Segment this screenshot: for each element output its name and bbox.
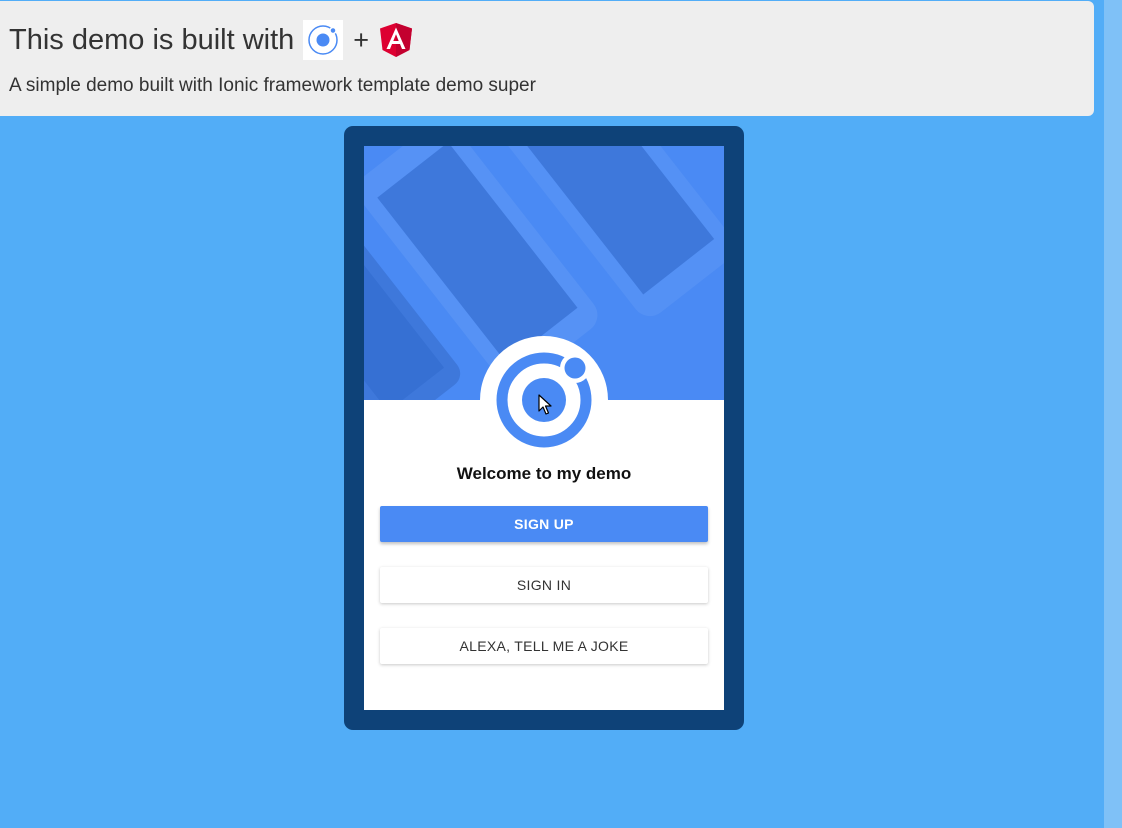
angular-logo-icon <box>379 22 413 58</box>
plus-sign: + <box>353 24 370 55</box>
device-frame: Welcome to my demo SIGN UP SIGN IN ALEXA… <box>344 126 744 730</box>
ionic-logo-icon <box>303 20 344 60</box>
sign-up-button[interactable]: SIGN UP <box>380 506 708 542</box>
demo-banner: This demo is built with + A simple demo … <box>0 1 1094 116</box>
banner-title: This demo is built with + <box>9 18 413 62</box>
app-screen: Welcome to my demo SIGN UP SIGN IN ALEXA… <box>364 146 724 710</box>
tell-joke-button[interactable]: ALEXA, TELL ME A JOKE <box>380 628 708 664</box>
sign-in-button[interactable]: SIGN IN <box>380 567 708 603</box>
mouse-cursor-icon <box>538 394 552 415</box>
banner-subtitle: A simple demo built with Ionic framework… <box>9 75 536 96</box>
scrollbar-track[interactable] <box>1104 0 1122 828</box>
welcome-heading: Welcome to my demo <box>456 464 632 483</box>
banner-title-text: This demo is built with <box>9 23 295 56</box>
